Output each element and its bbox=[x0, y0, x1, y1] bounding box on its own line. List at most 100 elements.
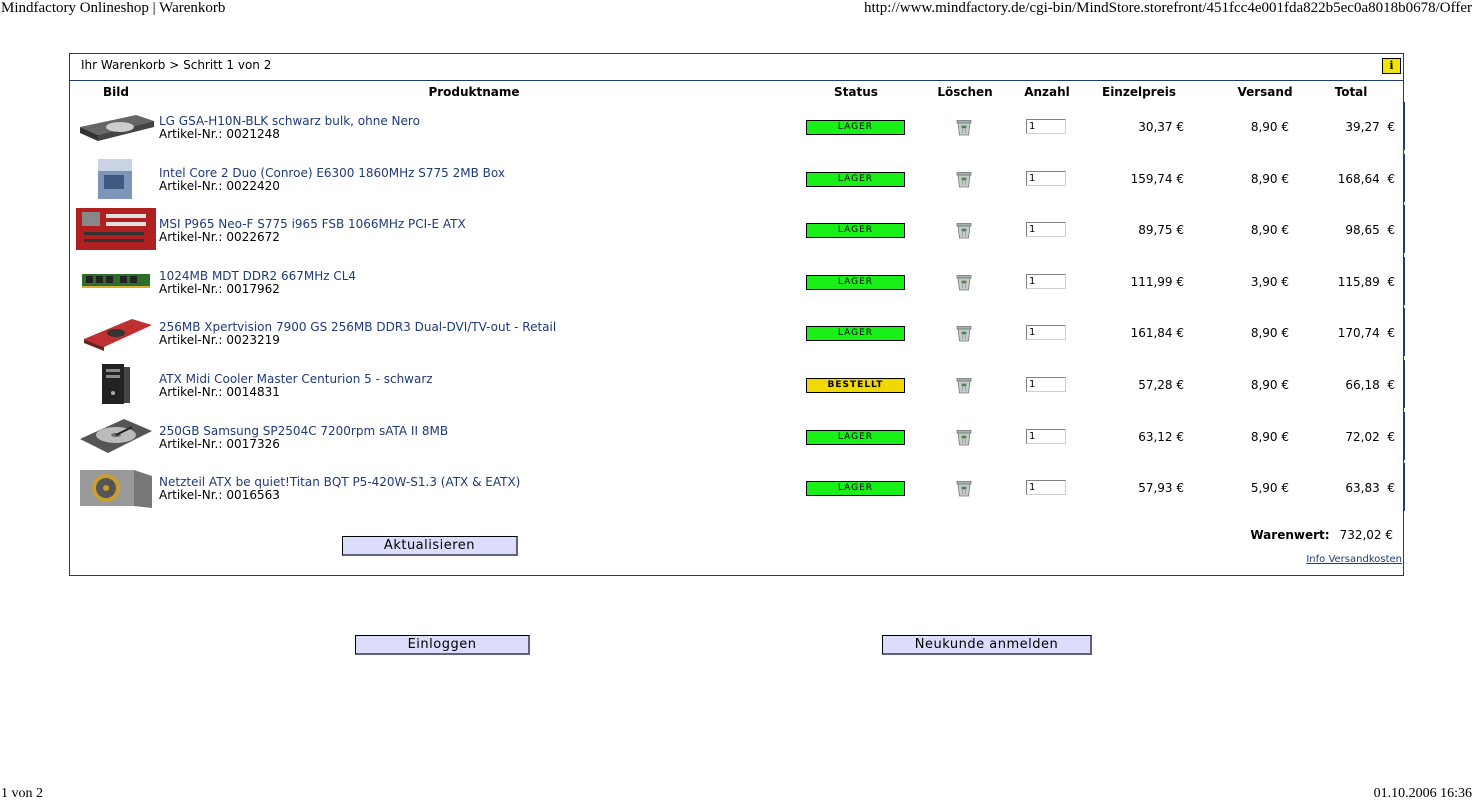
table-row: 1024MB MDT DDR2 667MHz CL4 Artikel-Nr.: 00… bbox=[70, 256, 1405, 308]
table-row: MSI P965 Neo-F S775 i965 FSB 1066MHz PCI… bbox=[70, 205, 1405, 256]
row-total: 66,18 € bbox=[1345, 378, 1395, 392]
unit-price: 63,12 € bbox=[1138, 429, 1184, 444]
cart-panel: Ihr Warenkorb > Schritt 1 von 2 i Bild P… bbox=[69, 53, 1405, 576]
article-value: 0023219 bbox=[226, 333, 280, 348]
print-header-url: http://www.mindfactory.de/cgi-bin/MindSt… bbox=[863, 0, 1472, 16]
article-value: 0022672 bbox=[226, 230, 280, 245]
article-prefix: Artikel-Nr.: bbox=[159, 230, 223, 245]
status-badge: LAGER bbox=[806, 223, 905, 239]
article-number: Artikel-Nr.: 0017962 bbox=[159, 282, 280, 296]
pc-case-icon bbox=[76, 363, 156, 405]
shipping-info-link[interactable]: Info Versandkosten bbox=[1306, 554, 1402, 565]
trash-icon[interactable] bbox=[955, 170, 973, 188]
shipping-price: 8,90 € bbox=[1250, 326, 1289, 341]
row-total: 72,02 € bbox=[1345, 429, 1395, 444]
trash-icon[interactable] bbox=[955, 324, 973, 342]
cart-subtotal: Warenwert: 732,02 € bbox=[1250, 528, 1393, 542]
status-badge: BESTELLT bbox=[806, 378, 905, 393]
unit-price: 30,37 € bbox=[1138, 120, 1184, 134]
quantity-input[interactable] bbox=[1026, 428, 1066, 444]
product-name-link[interactable]: Netzteil ATX be quiet!Titan BQT P5-420W-… bbox=[159, 475, 520, 489]
info-icon[interactable]: i bbox=[1382, 58, 1401, 74]
product-name-link[interactable]: MSI P965 Neo-F S775 i965 FSB 1066MHz PCI… bbox=[159, 217, 466, 231]
status-badge: LAGER bbox=[806, 274, 905, 290]
breadcrumb-bar: Ihr Warenkorb > Schritt 1 von 2 i bbox=[70, 54, 1403, 81]
article-value: 0014831 bbox=[226, 385, 280, 399]
status-badge: LAGER bbox=[806, 481, 905, 497]
shipping-price: 8,90 € bbox=[1250, 378, 1289, 392]
trash-icon[interactable] bbox=[955, 273, 973, 291]
product-name-link[interactable]: 250GB Samsung SP2504C 7200rpm sATA II 8M… bbox=[159, 424, 448, 438]
table-row: 256MB Xpertvision 7900 GS 256MB DDR3 Dua… bbox=[70, 308, 1405, 359]
cpu-box-icon bbox=[76, 157, 156, 199]
print-footer-datetime: 01.10.2006 16:36 bbox=[1373, 786, 1472, 801]
shipping-price: 3,90 € bbox=[1250, 274, 1289, 289]
trash-icon[interactable] bbox=[955, 376, 973, 394]
article-number: Artikel-Nr.: 0022672 bbox=[159, 230, 280, 244]
shipping-price: 5,90 € bbox=[1250, 481, 1289, 496]
article-value: 0021248 bbox=[226, 127, 280, 141]
row-total: 168,64 € bbox=[1337, 171, 1395, 186]
table-row: Intel Core 2 Duo (Conroe) E6300 1860MHz … bbox=[70, 153, 1405, 205]
column-header-unit-price: Einzelpreis bbox=[1102, 85, 1176, 99]
quantity-input[interactable] bbox=[1026, 325, 1066, 341]
trash-icon[interactable] bbox=[955, 479, 973, 497]
column-header-image: Bild bbox=[103, 85, 129, 99]
update-button[interactable]: Aktualisieren bbox=[342, 536, 518, 556]
article-number: Artikel-Nr.: 0023219 bbox=[159, 333, 280, 347]
table-row: Netzteil ATX be quiet!Titan BQT P5-420W-… bbox=[70, 463, 1405, 514]
table-row: ATX Midi Cooler Master Centurion 5 - sch… bbox=[70, 360, 1405, 411]
breadcrumb: Ihr Warenkorb > Schritt 1 von 2 bbox=[81, 58, 272, 72]
column-header-delete: Löschen bbox=[937, 85, 993, 99]
quantity-input[interactable] bbox=[1026, 273, 1066, 289]
row-total: 39,27 € bbox=[1345, 120, 1395, 134]
print-footer-page: 1 von 2 bbox=[1, 786, 43, 801]
product-name-link[interactable]: LG GSA-H10N-BLK schwarz bulk, ohne Nero bbox=[159, 114, 420, 128]
shipping-price: 8,90 € bbox=[1250, 429, 1289, 444]
trash-icon[interactable] bbox=[955, 428, 973, 446]
shipping-price: 8,90 € bbox=[1250, 171, 1289, 186]
article-prefix: Artikel-Nr.: bbox=[159, 127, 223, 141]
row-total: 98,65 € bbox=[1345, 223, 1395, 238]
register-button[interactable]: Neukunde anmelden bbox=[882, 635, 1092, 655]
table-row: 250GB Samsung SP2504C 7200rpm sATA II 8M… bbox=[70, 411, 1405, 463]
article-prefix: Artikel-Nr.: bbox=[159, 333, 223, 348]
unit-price: 159,74 € bbox=[1130, 171, 1184, 186]
status-badge: LAGER bbox=[806, 120, 905, 135]
unit-price: 57,28 € bbox=[1138, 378, 1184, 392]
column-header-total: Total bbox=[1334, 85, 1368, 99]
unit-price: 111,99 € bbox=[1130, 274, 1184, 289]
article-number: Artikel-Nr.: 0021248 bbox=[159, 127, 280, 141]
quantity-input[interactable] bbox=[1026, 377, 1066, 392]
row-total: 170,74 € bbox=[1337, 326, 1395, 341]
status-badge: LAGER bbox=[806, 171, 905, 187]
quantity-input[interactable] bbox=[1026, 480, 1066, 496]
article-prefix: Artikel-Nr.: bbox=[159, 281, 223, 296]
column-header-quantity: Anzahl bbox=[1024, 85, 1070, 99]
product-name-link[interactable]: 256MB Xpertvision 7900 GS 256MB DDR3 Dua… bbox=[159, 320, 556, 334]
article-value: 0022420 bbox=[226, 178, 280, 193]
trash-icon[interactable] bbox=[955, 118, 973, 136]
article-number: Artikel-Nr.: 0017326 bbox=[159, 437, 280, 451]
graphics-card-icon bbox=[76, 311, 156, 353]
status-badge: LAGER bbox=[806, 429, 905, 445]
shipping-price: 8,90 € bbox=[1250, 120, 1289, 134]
status-badge: LAGER bbox=[806, 326, 905, 342]
article-number: Artikel-Nr.: 0022420 bbox=[159, 179, 280, 193]
quantity-input[interactable] bbox=[1026, 170, 1066, 186]
article-prefix: Artikel-Nr.: bbox=[159, 385, 223, 399]
row-total: 115,89 € bbox=[1337, 274, 1395, 289]
product-name-link[interactable]: 1024MB MDT DDR2 667MHz CL4 bbox=[159, 269, 356, 283]
login-button[interactable]: Einloggen bbox=[355, 635, 530, 655]
article-number: Artikel-Nr.: 0014831 bbox=[159, 385, 280, 399]
trash-icon[interactable] bbox=[955, 221, 973, 239]
product-name-link[interactable]: ATX Midi Cooler Master Centurion 5 - sch… bbox=[159, 372, 433, 386]
hard-drive-icon bbox=[76, 415, 156, 457]
article-value: 0017326 bbox=[226, 436, 280, 451]
quantity-input[interactable] bbox=[1026, 222, 1066, 238]
product-name-link[interactable]: Intel Core 2 Duo (Conroe) E6300 1860MHz … bbox=[159, 166, 505, 180]
quantity-input[interactable] bbox=[1026, 119, 1066, 134]
drive-icon bbox=[76, 105, 156, 147]
power-supply-icon bbox=[76, 466, 156, 509]
unit-price: 57,93 € bbox=[1138, 481, 1184, 496]
